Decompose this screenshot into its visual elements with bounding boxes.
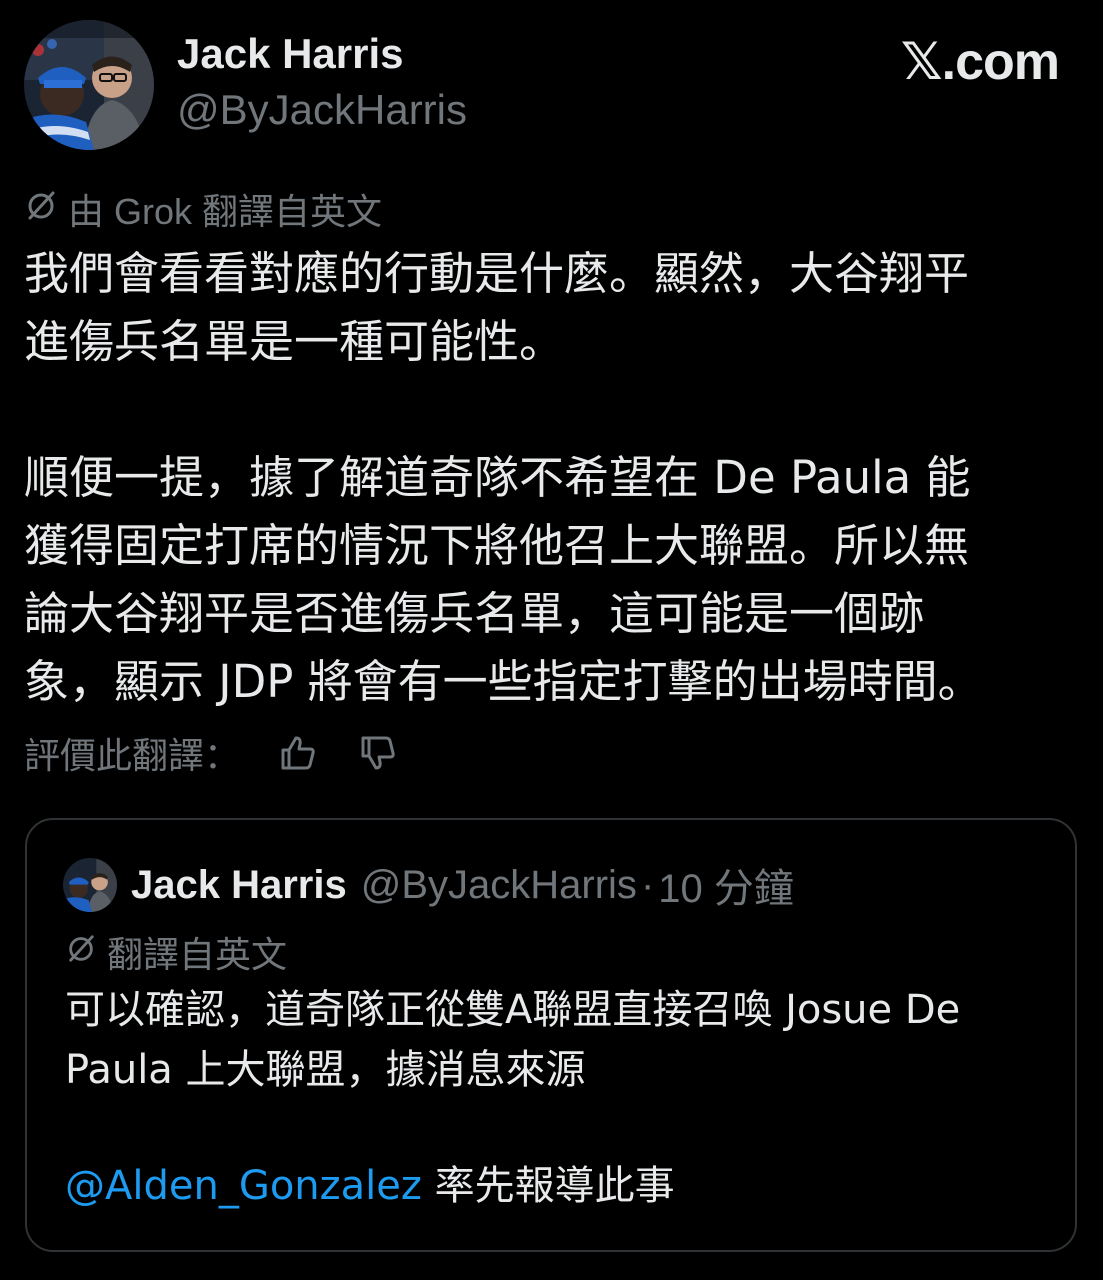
quoted-post-time[interactable]: 10 分鐘 — [658, 856, 794, 914]
quoted-post-header: Jack Harris @ByJackHarris · 10 分鐘 — [63, 858, 794, 912]
translate-slash-icon — [65, 931, 97, 973]
avatar-photo — [24, 20, 154, 150]
translate-slash-icon — [24, 188, 58, 231]
author-name[interactable]: Jack Harris — [177, 30, 404, 78]
quoted-author-handle[interactable]: @ByJackHarris — [361, 863, 637, 908]
credit-text: 率先報導此事 — [421, 1163, 675, 1209]
translation-note: 由 Grok 翻譯自英文 — [24, 183, 382, 235]
rate-translation-label: 評價此翻譯： — [24, 735, 241, 776]
separator-dot: · — [640, 862, 655, 907]
avatar-photo — [63, 858, 117, 912]
quoted-author-name[interactable]: Jack Harris — [131, 863, 347, 908]
author-avatar[interactable] — [24, 20, 154, 150]
post-header: Jack Harris @ByJackHarris 𝕏.com — [24, 20, 1079, 150]
quoted-author-avatar[interactable] — [63, 858, 117, 912]
quoted-translation-note-text: 翻譯自英文 — [107, 934, 288, 975]
thumbs-up-icon — [281, 736, 315, 770]
author-handle[interactable]: @ByJackHarris — [177, 86, 467, 134]
quoted-post-credit: @Alden_Gonzalez 率先報導此事 — [65, 1156, 675, 1216]
translation-note-text: 由 Grok 翻譯自英文 — [68, 191, 383, 232]
x-logo: 𝕏.com — [900, 33, 1060, 91]
quoted-translation-note: 翻譯自英文 — [65, 926, 287, 978]
rate-translation-row: 評價此翻譯： — [24, 728, 400, 778]
thumbs-down-button[interactable] — [356, 731, 400, 775]
mention-link[interactable]: @Alden_Gonzalez — [65, 1163, 422, 1209]
thumbs-down-icon — [361, 736, 395, 770]
quoted-post[interactable]: Jack Harris @ByJackHarris · 10 分鐘 翻譯自英文 … — [25, 818, 1077, 1252]
post-body: 我們會看看對應的行動是什麼。顯然，大谷翔平 進傷兵名單是一種可能性。 順便一提，… — [24, 247, 983, 708]
quoted-post-body: 可以確認，道奇隊正從雙A聯盟直接召喚 Josue De Paula 上大聯盟，據… — [65, 987, 961, 1093]
thumbs-up-button[interactable] — [276, 731, 320, 775]
